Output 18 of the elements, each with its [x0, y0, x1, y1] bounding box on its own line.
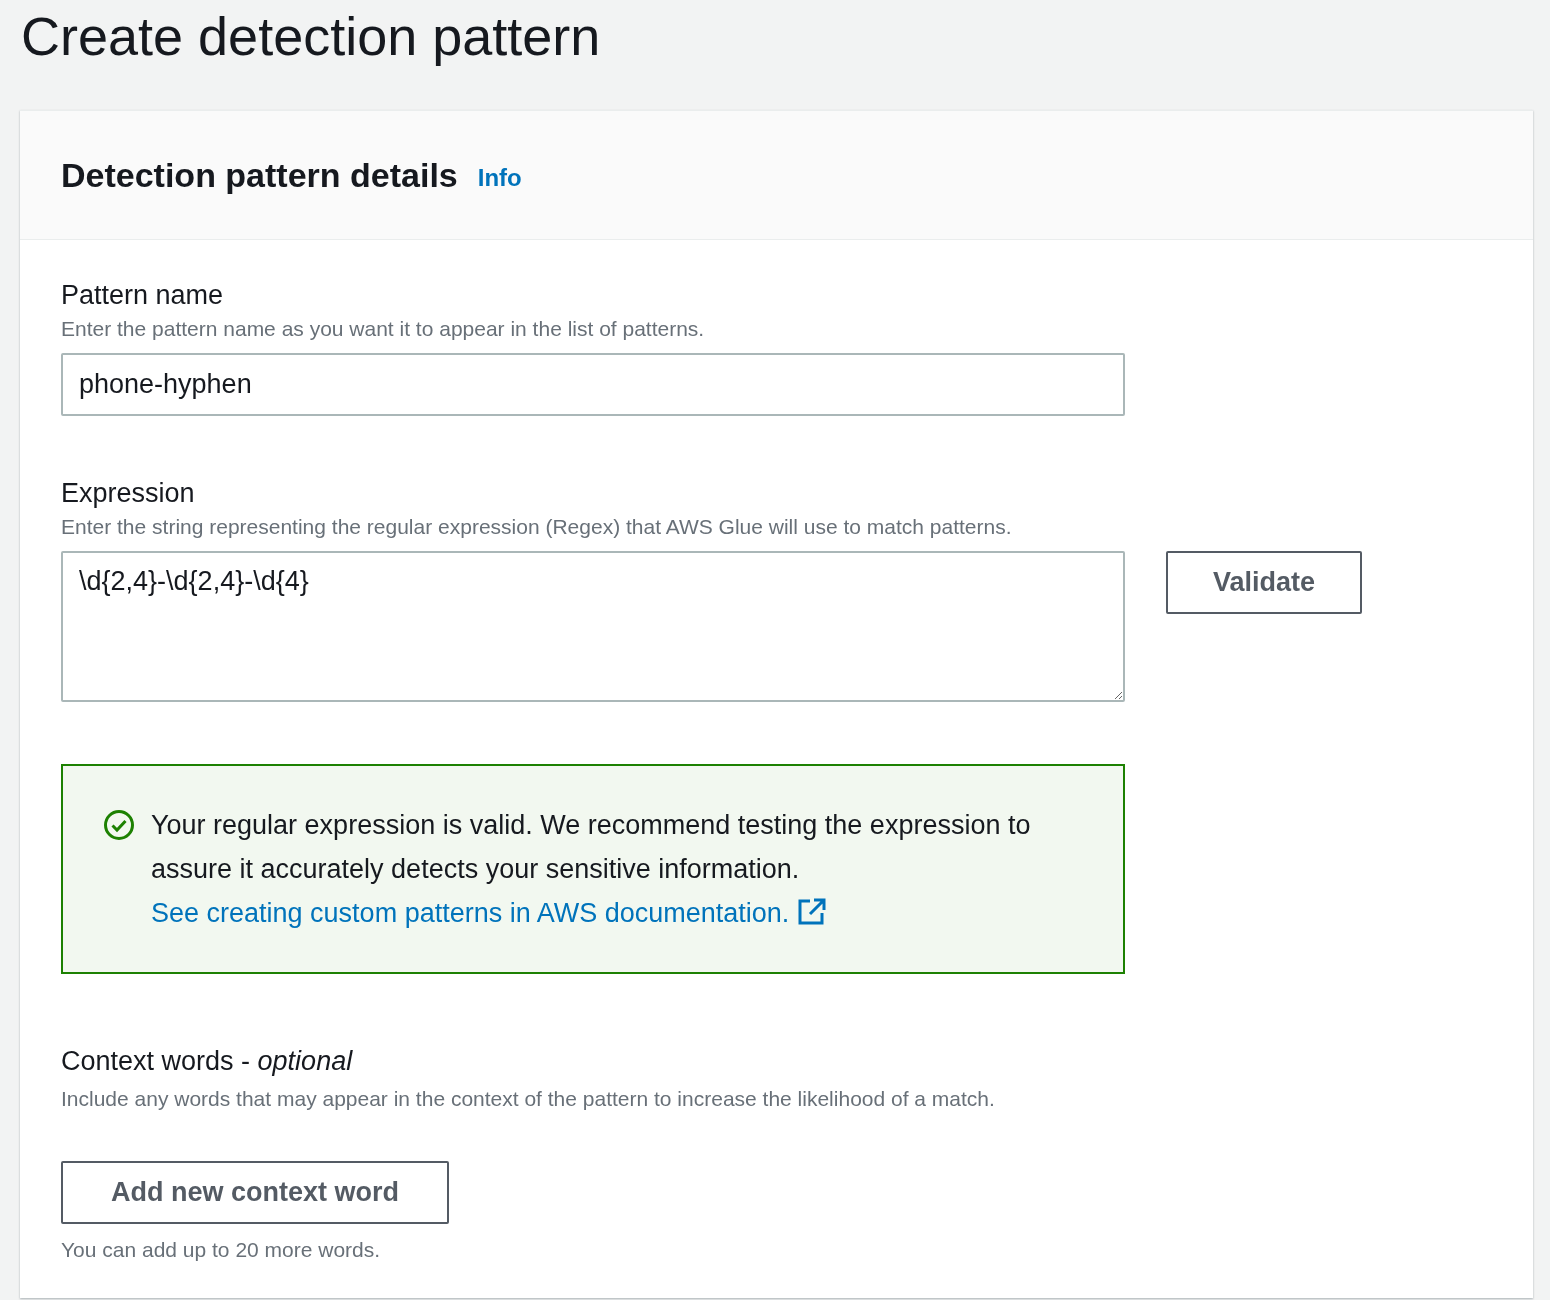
check-circle-icon	[103, 809, 135, 841]
alert-message: Your regular expression is valid. We recommend testing the expression to assure it accurately detects your sensitive information. See creating custom patterns in AWS documentation.	[151, 809, 1032, 930]
page-title: Create detection pattern	[20, 5, 602, 68]
field-label: Context words - optional	[61, 1046, 354, 1077]
field-description: Enter the string representing the regular expression (Regex) that AWS Glue will use to match patterns.	[61, 515, 1013, 539]
field-label: Expression	[61, 478, 196, 509]
info-link[interactable]: Info	[477, 164, 522, 192]
hint-text: You can add up to 20 more words.	[61, 1238, 382, 1262]
text-input[interactable]: phone-hyphen	[61, 353, 1125, 416]
validate-button[interactable]: Validate	[1166, 551, 1362, 614]
panel-heading: Detection pattern details	[61, 155, 458, 195]
add-context-word-button[interactable]: Add new context word	[61, 1161, 449, 1224]
field-description: Enter the pattern name as you want it to appear in the list of patterns.	[61, 317, 706, 341]
field-description: Include any words that may appear in the context of the pattern to increase the likelihood of a match.	[61, 1087, 996, 1111]
field-label: Pattern name	[61, 280, 225, 311]
documentation-link[interactable]: See creating custom patterns in AWS documentation.	[151, 898, 828, 928]
external-link-icon	[797, 898, 828, 926]
expression-field[interactable]: \d{2,4}-\d{2,4}-\d{4}	[61, 551, 1125, 702]
